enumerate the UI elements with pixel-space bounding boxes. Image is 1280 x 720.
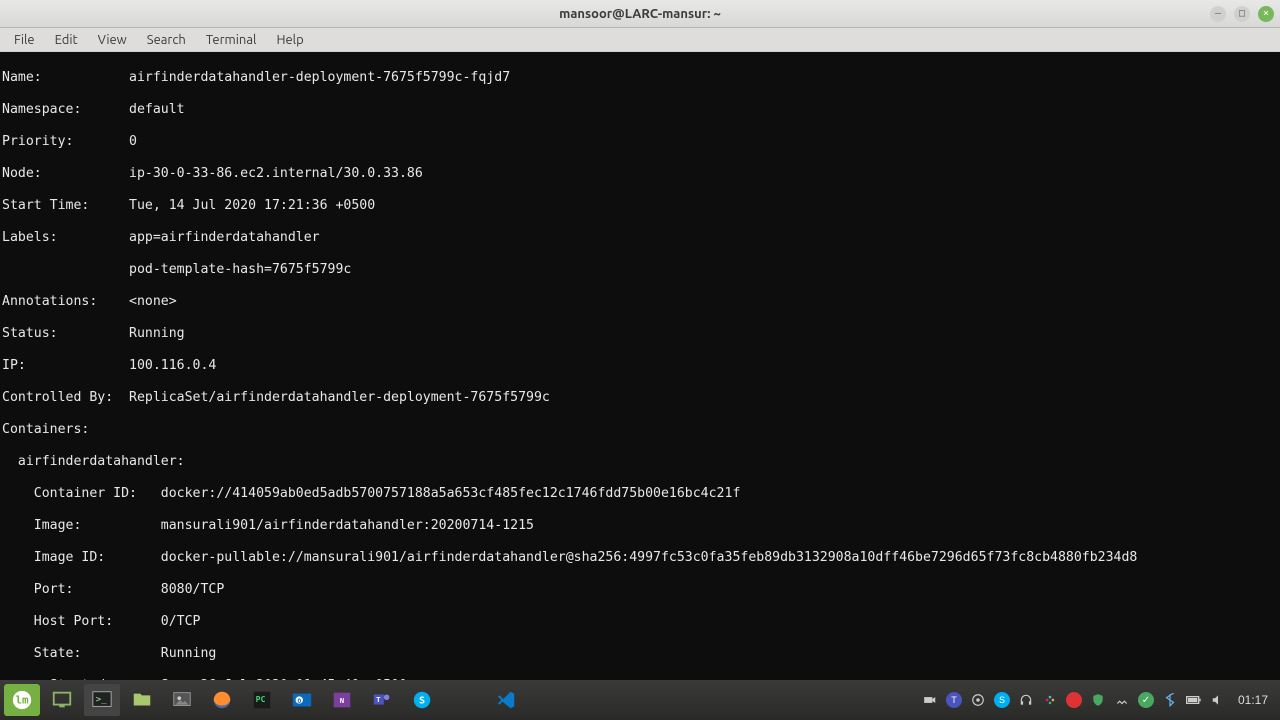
taskbar-teams[interactable]: T bbox=[364, 684, 400, 716]
term-line: Image: mansurali901/airfinderdatahandler… bbox=[2, 518, 1278, 534]
term-line: Host Port: 0/TCP bbox=[2, 614, 1278, 630]
skype-tray-icon[interactable]: S bbox=[994, 692, 1010, 708]
close-button[interactable]: × bbox=[1258, 6, 1274, 22]
svg-text:O: O bbox=[297, 697, 301, 705]
term-line: Image ID: docker-pullable://mansurali901… bbox=[2, 550, 1278, 566]
svg-text:lm: lm bbox=[15, 694, 29, 707]
menu-file[interactable]: File bbox=[6, 31, 43, 49]
svg-text:S: S bbox=[419, 696, 425, 707]
term-line: airfinderdatahandler: bbox=[2, 454, 1278, 470]
menu-search[interactable]: Search bbox=[139, 31, 194, 49]
menubar: File Edit View Search Terminal Help bbox=[0, 28, 1280, 52]
term-line: State: Running bbox=[2, 646, 1278, 662]
term-line: IP: 100.116.0.4 bbox=[2, 358, 1278, 374]
shield-tray-icon[interactable] bbox=[1090, 692, 1106, 708]
term-line: Controlled By: ReplicaSet/airfinderdatah… bbox=[2, 390, 1278, 406]
term-line: Labels: app=airfinderdatahandler bbox=[2, 230, 1278, 246]
taskbar: lm >_ PC O N T S T S ✓ bbox=[0, 680, 1280, 720]
svg-text:>_: >_ bbox=[96, 694, 108, 705]
svg-text:N: N bbox=[340, 696, 344, 705]
onenote-icon: N bbox=[331, 689, 353, 711]
vscode-icon bbox=[495, 689, 517, 711]
term-line: Port: 8080/TCP bbox=[2, 582, 1278, 598]
term-line: Namespace: default bbox=[2, 102, 1278, 118]
headphone-tray-icon[interactable] bbox=[1018, 692, 1034, 708]
outlook-icon: O bbox=[291, 689, 313, 711]
taskbar-skype[interactable]: S bbox=[404, 684, 440, 716]
taskbar-images[interactable] bbox=[164, 684, 200, 716]
skype-icon: S bbox=[411, 689, 433, 711]
network-tray-icon[interactable] bbox=[1114, 692, 1130, 708]
firefox-icon bbox=[211, 689, 233, 711]
term-line: Status: Running bbox=[2, 326, 1278, 342]
term-line: Priority: 0 bbox=[2, 134, 1278, 150]
svg-text:T: T bbox=[376, 695, 381, 704]
svg-text:PC: PC bbox=[256, 694, 266, 704]
desktop-icon bbox=[51, 689, 73, 711]
clock[interactable]: 01:17 bbox=[1238, 693, 1268, 707]
menu-view[interactable]: View bbox=[90, 31, 135, 49]
privacy-icon[interactable] bbox=[970, 692, 986, 708]
taskbar-pycharm[interactable]: PC bbox=[244, 684, 280, 716]
menu-edit[interactable]: Edit bbox=[47, 31, 86, 49]
taskbar-show-desktop[interactable] bbox=[44, 684, 80, 716]
taskbar-firefox[interactable] bbox=[204, 684, 240, 716]
window-title: mansoor@LARC-mansur: ~ bbox=[559, 7, 721, 21]
term-line: Start Time: Tue, 14 Jul 2020 17:21:36 +0… bbox=[2, 198, 1278, 214]
term-line: Containers: bbox=[2, 422, 1278, 438]
titlebar: mansoor@LARC-mansur: ~ – □ × bbox=[0, 0, 1280, 28]
notification-icon[interactable] bbox=[1066, 692, 1082, 708]
folder-icon bbox=[131, 689, 153, 711]
terminal-output[interactable]: Name: airfinderdatahandler-deployment-76… bbox=[0, 52, 1280, 680]
image-icon bbox=[171, 689, 193, 711]
taskbar-vscode[interactable] bbox=[488, 684, 524, 716]
maximize-button[interactable]: □ bbox=[1234, 6, 1250, 22]
taskbar-onenote[interactable]: N bbox=[324, 684, 360, 716]
pycharm-icon: PC bbox=[251, 689, 273, 711]
term-line: Node: ip-30-0-33-86.ec2.internal/30.0.33… bbox=[2, 166, 1278, 182]
terminal-icon: >_ bbox=[91, 689, 113, 711]
slack-tray-icon[interactable] bbox=[1042, 692, 1058, 708]
taskbar-files[interactable] bbox=[124, 684, 160, 716]
window-buttons: – □ × bbox=[1210, 6, 1274, 22]
battery-tray-icon[interactable] bbox=[1186, 692, 1202, 708]
term-line: Container ID: docker://414059ab0ed5adb57… bbox=[2, 486, 1278, 502]
teams-icon: T bbox=[371, 689, 393, 711]
teams-tray-icon[interactable]: T bbox=[946, 692, 962, 708]
taskbar-terminal[interactable]: >_ bbox=[84, 684, 120, 716]
volume-tray-icon[interactable] bbox=[1210, 692, 1226, 708]
term-line: Annotations: <none> bbox=[2, 294, 1278, 310]
menu-terminal[interactable]: Terminal bbox=[198, 31, 265, 49]
taskbar-outlook[interactable]: O bbox=[284, 684, 320, 716]
camera-icon[interactable] bbox=[922, 692, 938, 708]
start-menu-button[interactable]: lm bbox=[4, 684, 40, 716]
system-tray: T S ✓ 01:17 bbox=[922, 692, 1276, 708]
term-line: pod-template-hash=7675f5799c bbox=[2, 262, 1278, 278]
minimize-button[interactable]: – bbox=[1210, 6, 1226, 22]
bluetooth-icon[interactable] bbox=[1162, 692, 1178, 708]
status-ok-icon[interactable]: ✓ bbox=[1138, 692, 1154, 708]
term-line: Name: airfinderdatahandler-deployment-76… bbox=[2, 70, 1278, 86]
mint-logo-icon: lm bbox=[11, 689, 33, 711]
menu-help[interactable]: Help bbox=[268, 31, 311, 49]
